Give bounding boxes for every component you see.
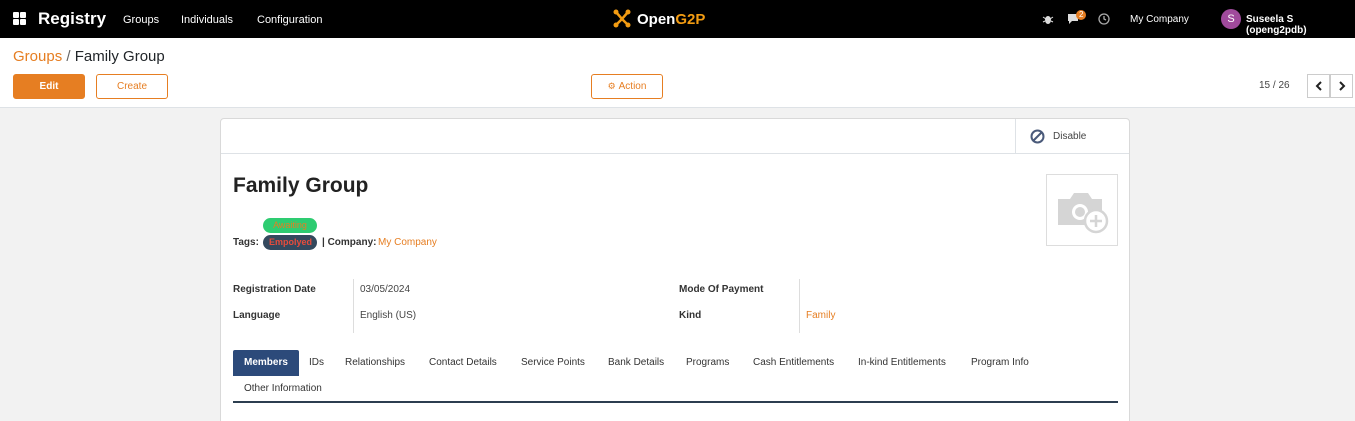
tags-label: Tags:	[233, 237, 259, 248]
language-label: Language	[233, 310, 281, 321]
notebook-tabs: Members IDs Relationships Contact Detail…	[233, 350, 1118, 403]
company-label: | Company:	[322, 237, 377, 248]
breadcrumb-separator: /	[66, 48, 71, 65]
registration-date-label: Registration Date	[233, 284, 316, 295]
breadcrumb-groups-link[interactable]: Groups	[13, 48, 62, 65]
language-value[interactable]: English (US)	[360, 310, 416, 321]
tab-relationships[interactable]: Relationships	[334, 350, 416, 376]
tab-members[interactable]: Members	[233, 350, 299, 376]
tag-awaiting[interactable]: Awaiting	[263, 218, 317, 233]
field-divider	[799, 279, 800, 333]
action-button[interactable]: ⚙ Action	[591, 74, 663, 99]
openg2p-logo-icon	[613, 9, 631, 28]
tab-cash-entitlements[interactable]: Cash Entitlements	[742, 350, 845, 376]
chevron-left-icon	[1315, 81, 1322, 91]
record-title: Family Group	[233, 174, 369, 197]
tab-programs[interactable]: Programs	[675, 350, 740, 376]
debug-bug-icon[interactable]	[1042, 13, 1054, 25]
disable-button-label: Disable	[1053, 131, 1087, 142]
user-menu[interactable]: Suseela S (openg2pdb)	[1246, 14, 1355, 36]
form-sheet: Disable Family Group Tags: Awaiting Empo…	[220, 118, 1130, 421]
field-divider	[353, 279, 354, 333]
tab-in-kind-entitlements[interactable]: In-kind Entitlements	[847, 350, 957, 376]
user-avatar[interactable]: S	[1221, 9, 1241, 29]
logo-text-open: Open	[637, 10, 676, 28]
tab-program-info[interactable]: Program Info	[960, 350, 1040, 376]
tab-service-points[interactable]: Service Points	[510, 350, 596, 376]
breadcrumb-current: Family Group	[74, 48, 165, 65]
mode-of-payment-label: Mode Of Payment	[679, 284, 764, 295]
pager-value[interactable]: 15 / 26	[1259, 80, 1290, 91]
company-value-link[interactable]: My Company	[378, 237, 437, 248]
pager-next-button[interactable]	[1330, 74, 1353, 98]
apps-menu-icon[interactable]	[13, 12, 26, 25]
activity-clock-icon[interactable]	[1098, 13, 1110, 25]
edit-button[interactable]: Edit	[13, 74, 85, 99]
registration-date-value[interactable]: 03/05/2024	[360, 284, 410, 295]
logo-text-g2p: G2P	[675, 10, 706, 28]
tab-ids[interactable]: IDs	[298, 350, 335, 376]
create-button[interactable]: Create	[96, 74, 168, 99]
gear-icon: ⚙	[607, 81, 616, 91]
camera-add-icon	[1058, 193, 1109, 234]
openg2p-logo: OpenG2P	[611, 8, 705, 30]
tab-other-information[interactable]: Other Information	[233, 376, 333, 402]
chevron-right-icon	[1338, 81, 1345, 91]
disable-button[interactable]: Disable	[1015, 119, 1129, 154]
pager-previous-button[interactable]	[1307, 74, 1330, 98]
top-navbar: Registry Groups Individuals Configuratio…	[0, 0, 1355, 38]
control-panel: Groups / Family Group Edit Create ⚙ Acti…	[0, 38, 1355, 108]
nav-configuration[interactable]: Configuration	[257, 14, 322, 26]
kind-label: Kind	[679, 310, 702, 321]
company-switcher[interactable]: My Company	[1130, 14, 1189, 25]
tab-contact-details[interactable]: Contact Details	[418, 350, 508, 376]
photo-upload[interactable]	[1046, 174, 1118, 246]
app-brand[interactable]: Registry	[38, 9, 106, 29]
sheet-button-box: Disable	[221, 119, 1129, 154]
tab-bank-details[interactable]: Bank Details	[597, 350, 675, 376]
action-button-label: Action	[618, 81, 647, 92]
kind-value-link[interactable]: Family	[806, 310, 835, 321]
messages-count-badge: 2	[1076, 10, 1087, 20]
nav-groups[interactable]: Groups	[123, 14, 159, 26]
tag-empolyed[interactable]: Empolyed	[263, 235, 317, 250]
breadcrumb: Groups / Family Group	[13, 48, 165, 65]
disable-icon	[1030, 129, 1045, 144]
nav-individuals[interactable]: Individuals	[181, 14, 233, 26]
